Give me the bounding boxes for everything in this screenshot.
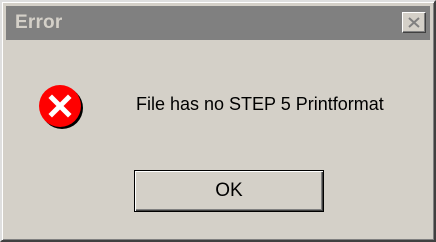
error-icon (39, 85, 83, 129)
title-bar[interactable]: Error (6, 6, 430, 40)
ok-button[interactable]: OK (134, 170, 324, 212)
error-message: File has no STEP 5 Printformat (136, 94, 384, 114)
error-dialog-window: Error File has no STEP 5 Printformat OK (0, 0, 436, 242)
window-title: Error (15, 12, 63, 33)
close-icon (408, 17, 420, 28)
close-button[interactable] (402, 12, 426, 33)
